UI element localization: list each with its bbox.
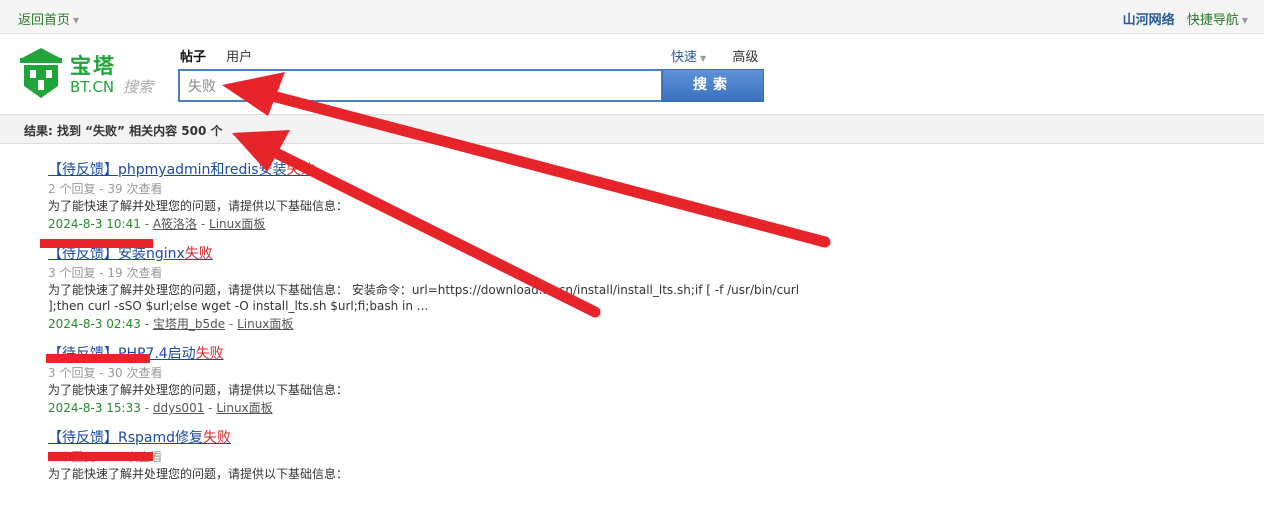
result-meta: 3 个回复 - 19 次查看 [48,266,163,280]
result-title-highlight: 失败 [184,246,213,262]
separator: - [197,217,210,231]
result-board-link[interactable]: Linux面板 [216,401,272,415]
result-summary: 结果: 找到 “失败” 相关内容 500 个 [0,114,1264,144]
list-item: 【待反馈】安装nginx失败 3 个回复 - 19 次查看 为了能快速了解并处理… [48,244,808,334]
result-footer: 2024-8-3 02:43 - 宝塔用_b5de - Linux面板 [48,314,808,334]
result-meta: 3 个回复 - 30 次查看 [48,366,163,380]
result-title-highlight: 失败 [203,430,232,446]
result-author-link[interactable]: A筱洛洛 [153,217,197,231]
advanced-search-link[interactable]: 高级 [732,50,758,65]
top-right-nav: 山河网络 快捷导航 ▼ [1123,9,1248,28]
bt-logo[interactable]: 宝塔 BT.CN 搜索 [18,46,178,102]
tab-posts[interactable]: 帖子 [180,50,206,65]
result-title-highlight: 失败 [286,162,315,178]
chevron-down-icon: ▼ [700,54,707,63]
list-item: 【待反馈】PHP7.4启动失败 3 个回复 - 30 次查看 为了能快速了解并处… [48,344,808,418]
list-item: 【待反馈】phpmyadmin和redis安装失败 2 个回复 - 39 次查看… [48,160,808,234]
quick-search-label: 快速 [671,50,698,65]
result-title-text: 【待反馈】安装nginx [48,246,185,262]
separator: - [140,317,153,331]
home-link[interactable]: 返回首页 ▼ [18,9,79,28]
logo-domain: BT.CN [70,78,115,96]
pagoda-logo-icon [20,48,62,98]
separator: - [140,217,153,231]
result-footer: 2024-8-3 10:41 - A筱洛洛 - Linux面板 [48,214,808,234]
result-description: 为了能快速了解并处理您的问题，请提供以下基础信息： 安装命令：url=https… [48,283,800,313]
result-board-link[interactable]: Linux面板 [209,217,265,231]
search-type-tabs: 帖子 用户 [180,46,268,65]
result-date: 2024-8-3 15:33 [48,401,141,415]
result-description: 为了能快速了解并处理您的问题，请提供以下基础信息： [48,199,349,213]
search-header: 宝塔 BT.CN 搜索 帖子 用户 快速▼ 高级 搜索 [0,34,1264,114]
quick-nav-menu[interactable]: 快捷导航 ▼ [1187,13,1248,28]
home-link-label: 返回首页 [18,13,71,28]
result-title-link[interactable]: 【待反馈】PHP7.4启动失败 [48,344,808,364]
result-author-link[interactable]: ddys001 [153,401,205,415]
search-options: 快速 ▼ 高级 [671,46,758,65]
logo-search-word: 搜索 [123,78,154,96]
result-title-text: 【待反馈】PHP7.4启动 [48,346,196,362]
search-input[interactable] [178,69,663,102]
result-meta: 9 个回复 - 46 次查看 [48,450,163,464]
result-meta: 2 个回复 - 39 次查看 [48,182,163,196]
site-name-link[interactable]: 山河网络 [1123,13,1175,28]
result-footer: 2024-8-3 15:33 - ddys001 - Linux面板 [48,398,808,418]
logo-name: 宝塔 [70,54,116,78]
chevron-down-icon: ▼ [1241,16,1248,25]
list-item: 【待反馈】Rspamd修复失败 9 个回复 - 46 次查看 为了能快速了解并处… [48,428,808,482]
quick-nav-label: 快捷导航 [1186,13,1239,28]
result-description: 为了能快速了解并处理您的问题，请提供以下基础信息： [48,467,349,481]
separator: - [225,317,238,331]
chevron-down-icon: ▼ [73,16,80,25]
separator: - [204,401,217,415]
result-title-text: 【待反馈】Rspamd修复 [48,430,204,446]
search-button[interactable]: 搜索 [662,69,764,102]
result-title-link[interactable]: 【待反馈】phpmyadmin和redis安装失败 [48,160,808,180]
results-list: 【待反馈】phpmyadmin和redis安装失败 2 个回复 - 39 次查看… [48,160,808,492]
result-title-link[interactable]: 【待反馈】Rspamd修复失败 [48,428,808,448]
result-date: 2024-8-3 10:41 [48,217,141,231]
separator: - [140,401,153,415]
result-title-link[interactable]: 【待反馈】安装nginx失败 [48,244,808,264]
quick-search-menu[interactable]: 快速 ▼ [671,50,706,65]
result-title-text: 【待反馈】phpmyadmin和redis安装 [48,162,287,178]
result-date: 2024-8-3 02:43 [48,317,141,331]
result-description: 为了能快速了解并处理您的问题，请提供以下基础信息： [48,383,349,397]
result-board-link[interactable]: Linux面板 [237,317,293,331]
tab-users[interactable]: 用户 [226,50,252,65]
result-author-link[interactable]: 宝塔用_b5de [153,317,225,331]
top-bar: 返回首页 ▼ 山河网络 快捷导航 ▼ [0,0,1264,34]
result-title-highlight: 失败 [195,346,224,362]
